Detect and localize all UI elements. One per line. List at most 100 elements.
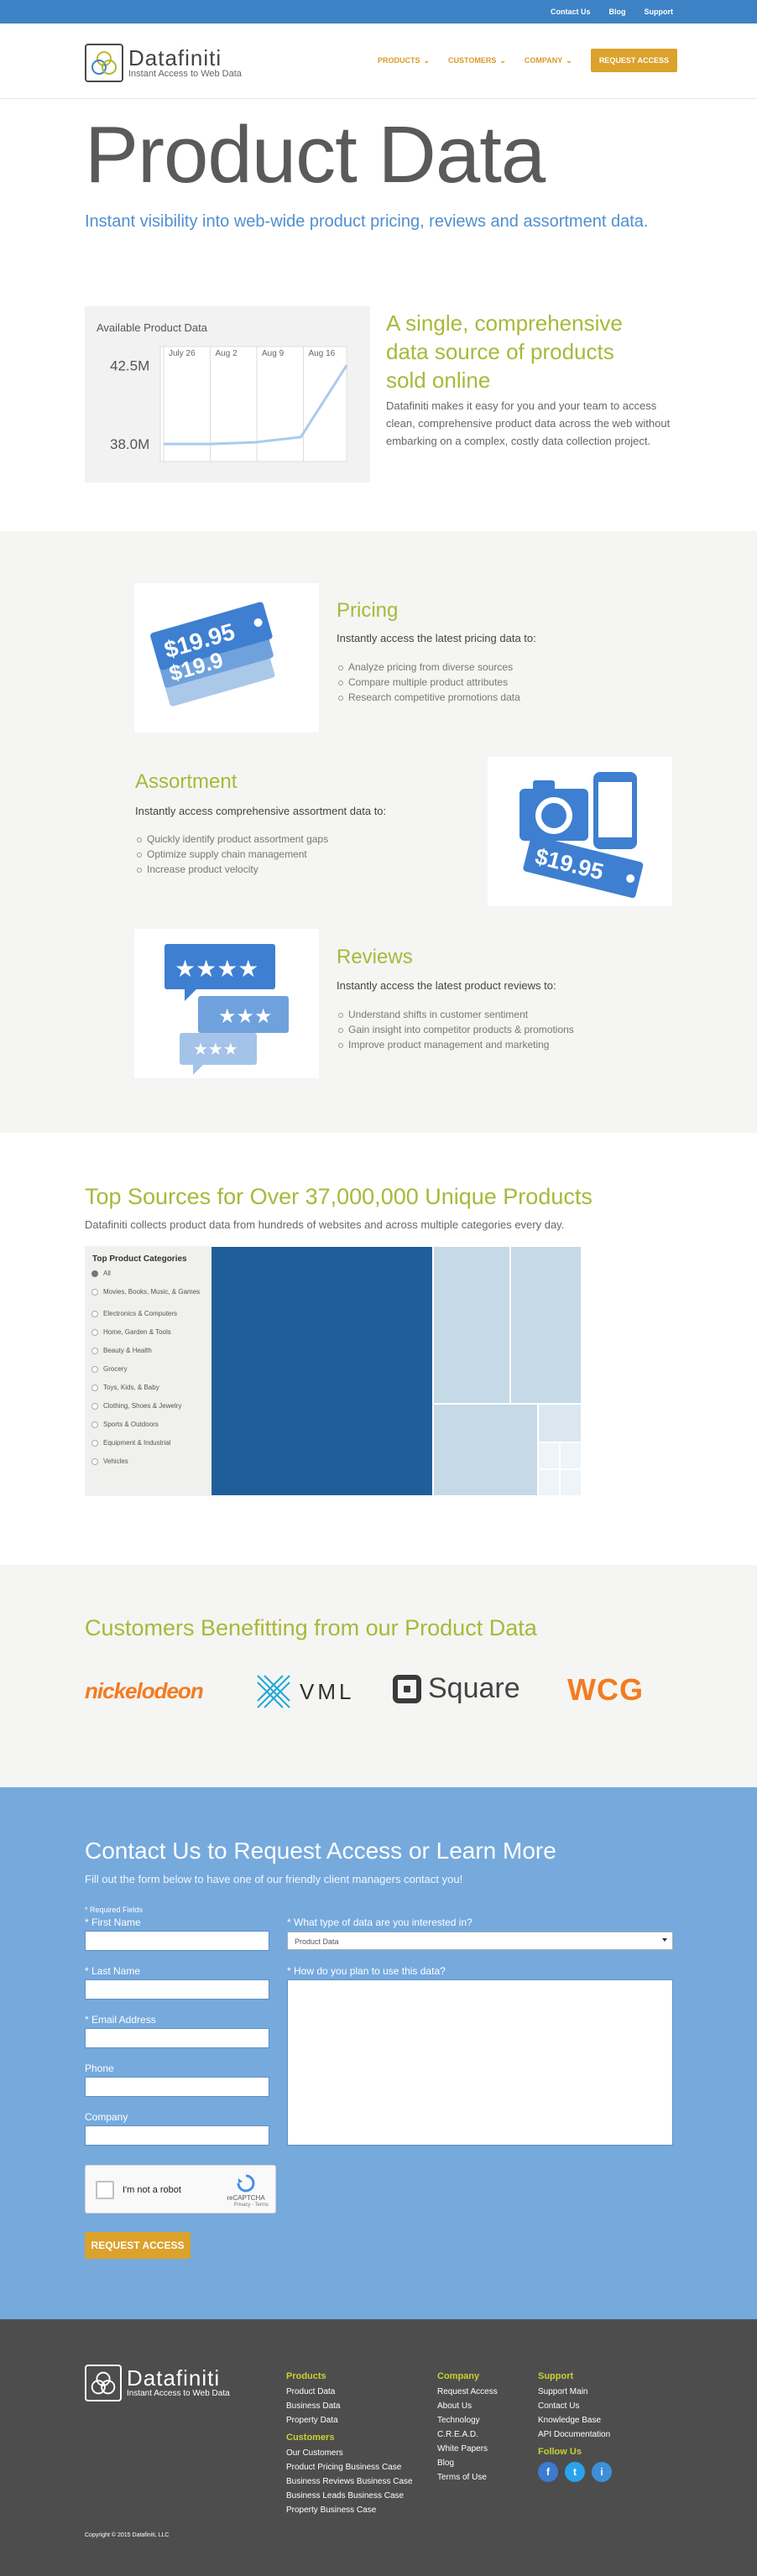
footer-link[interactable]: Property Data bbox=[286, 2413, 413, 2427]
top-link-blog[interactable]: Blog bbox=[609, 8, 626, 16]
category-label: Grocery bbox=[103, 1365, 128, 1373]
footer-link[interactable]: Terms of Use bbox=[437, 2470, 498, 2485]
twitter-icon[interactable]: t bbox=[565, 2462, 585, 2482]
radio-button[interactable] bbox=[91, 1366, 98, 1373]
nav-request-access-button[interactable]: REQUEST ACCESS bbox=[590, 49, 677, 72]
list-item: Analyze pricing from diverse sources bbox=[337, 660, 520, 675]
footer-company: Company Request Access About Us Technolo… bbox=[437, 2371, 498, 2485]
radio-button[interactable] bbox=[91, 1440, 98, 1447]
footer-link[interactable]: Knowledge Base bbox=[538, 2413, 612, 2427]
recaptcha-privacy[interactable]: Privacy - Terms bbox=[234, 2203, 269, 2208]
footer-link[interactable]: Support Main bbox=[538, 2385, 612, 2399]
radio-button[interactable] bbox=[91, 1384, 98, 1391]
contact-heading: Contact Us to Request Access or Learn Mo… bbox=[85, 1838, 556, 1864]
treemap-cell[interactable] bbox=[560, 1469, 582, 1496]
list-item: Quickly identify product assortment gaps bbox=[135, 832, 328, 847]
footer-link[interactable]: Product Data bbox=[286, 2385, 413, 2399]
submit-request-button[interactable]: REQUEST ACCESS bbox=[85, 2232, 191, 2259]
footer-link[interactable]: Property Business Case bbox=[286, 2503, 413, 2517]
treemap-cell[interactable] bbox=[510, 1246, 582, 1404]
copyright: Copyright © 2015 Datafiniti, LLC bbox=[85, 2532, 170, 2538]
footer-logo-name: Datafiniti bbox=[127, 2365, 221, 2391]
footer-link[interactable]: Business Leads Business Case bbox=[286, 2489, 413, 2503]
footer-link[interactable]: C.R.E.A.D. bbox=[437, 2427, 498, 2442]
pricing-image: $19.95 $19.9 bbox=[134, 583, 319, 733]
footer-link[interactable]: Business Reviews Business Case bbox=[286, 2474, 413, 2489]
square-logo: Square bbox=[393, 1672, 520, 1705]
first-name-field[interactable] bbox=[85, 1931, 269, 1951]
footer-link[interactable]: Our Customers bbox=[286, 2446, 413, 2460]
category-option[interactable]: Beauty & Health bbox=[91, 1347, 209, 1355]
footer-logo-tagline: Instant Access to Web Data bbox=[127, 2389, 230, 2398]
category-option[interactable]: Clothing, Shoes & Jewelry bbox=[91, 1402, 209, 1411]
radio-button[interactable] bbox=[91, 1458, 98, 1465]
feature-pricing-subtitle: Instantly access the latest pricing data… bbox=[337, 632, 536, 644]
treemap-cell[interactable] bbox=[538, 1442, 560, 1469]
treemap-cell[interactable] bbox=[538, 1404, 582, 1442]
instagram-icon[interactable]: i bbox=[592, 2462, 612, 2482]
radio-button[interactable] bbox=[91, 1348, 98, 1354]
treemap-cell[interactable] bbox=[433, 1404, 538, 1496]
category-treemap[interactable] bbox=[211, 1246, 582, 1496]
treemap-cell[interactable] bbox=[433, 1246, 510, 1404]
footer-link[interactable]: About Us bbox=[437, 2399, 498, 2413]
nav-customers[interactable]: CUSTOMERS ⌄ bbox=[448, 56, 506, 65]
category-option[interactable]: Grocery bbox=[91, 1365, 209, 1374]
data-type-select[interactable]: Product Data bbox=[287, 1932, 673, 1950]
sources-body: Datafiniti collects product data from hu… bbox=[85, 1218, 565, 1231]
footer-link[interactable]: Blog bbox=[437, 2456, 498, 2470]
sources-heading: Top Sources for Over 37,000,000 Unique P… bbox=[85, 1184, 593, 1209]
recaptcha-brand: reCAPTCHA bbox=[227, 2194, 265, 2202]
top-link-support[interactable]: Support bbox=[645, 8, 674, 16]
category-option[interactable]: Home, Garden & Tools bbox=[91, 1328, 209, 1337]
nav-products[interactable]: PRODUCTS ⌄ bbox=[378, 56, 430, 65]
footer-link[interactable]: Technology bbox=[437, 2413, 498, 2427]
list-item: Gain insight into competitor products & … bbox=[337, 1022, 574, 1037]
logo[interactable]: Datafiniti Instant Access to Web Data bbox=[85, 44, 242, 82]
footer-link[interactable]: Business Data bbox=[286, 2399, 413, 2413]
treemap-cell[interactable] bbox=[211, 1246, 433, 1496]
radio-button[interactable] bbox=[91, 1403, 98, 1410]
footer-link[interactable]: Product Pricing Business Case bbox=[286, 2460, 413, 2474]
nav-company[interactable]: COMPANY ⌄ bbox=[525, 56, 572, 65]
logo-icon bbox=[85, 2365, 122, 2401]
top-link-contact[interactable]: Contact Us bbox=[551, 8, 591, 16]
footer-logo[interactable]: Datafiniti Instant Access to Web Data bbox=[85, 2365, 230, 2401]
recaptcha-checkbox[interactable] bbox=[96, 2181, 114, 2199]
page-subtitle: Instant visibility into web-wide product… bbox=[85, 212, 649, 231]
company-field[interactable] bbox=[85, 2125, 269, 2146]
data-type-value: Product Data bbox=[295, 1937, 339, 1946]
category-option[interactable]: Movies, Books, Music, & Games bbox=[91, 1288, 209, 1296]
facebook-icon[interactable]: f bbox=[538, 2462, 558, 2482]
category-label: Toys, Kids, & Baby bbox=[103, 1384, 159, 1391]
category-option[interactable]: Toys, Kids, & Baby bbox=[91, 1384, 209, 1392]
footer-company-title: Company bbox=[437, 2371, 480, 2381]
email-field[interactable] bbox=[85, 2028, 269, 2048]
treemap-cell[interactable] bbox=[560, 1442, 582, 1469]
category-option[interactable]: Vehicles bbox=[91, 1457, 209, 1466]
footer-link[interactable]: API Documentation bbox=[538, 2427, 612, 2442]
treemap-cell[interactable] bbox=[538, 1469, 560, 1496]
feature-assortment-title: Assortment bbox=[135, 770, 238, 793]
phone-field[interactable] bbox=[85, 2077, 269, 2097]
radio-button[interactable] bbox=[91, 1329, 98, 1336]
radio-button[interactable] bbox=[91, 1421, 98, 1428]
usage-textarea[interactable] bbox=[287, 1979, 673, 2146]
category-option[interactable]: Equipment & Industrial bbox=[91, 1439, 209, 1447]
nav-company-label: COMPANY bbox=[524, 56, 563, 65]
footer-link[interactable]: Request Access bbox=[437, 2385, 498, 2399]
category-option[interactable]: Sports & Outdoors bbox=[91, 1421, 209, 1429]
last-name-label: * Last Name bbox=[85, 1965, 141, 1977]
category-label: Beauty & Health bbox=[103, 1347, 152, 1354]
last-name-field[interactable] bbox=[85, 1979, 269, 2000]
chevron-down-icon: ⌄ bbox=[499, 55, 506, 65]
assortment-image: $19.95 bbox=[488, 757, 672, 906]
list-item: Optimize supply chain management bbox=[135, 847, 328, 862]
radio-button[interactable] bbox=[91, 1270, 98, 1277]
category-option[interactable]: All bbox=[91, 1270, 209, 1278]
footer-link[interactable]: Contact Us bbox=[538, 2399, 612, 2413]
footer-link[interactable]: White Papers bbox=[437, 2442, 498, 2456]
category-option[interactable]: Electronics & Computers bbox=[91, 1310, 209, 1318]
radio-button[interactable] bbox=[91, 1289, 98, 1296]
radio-button[interactable] bbox=[91, 1311, 98, 1317]
